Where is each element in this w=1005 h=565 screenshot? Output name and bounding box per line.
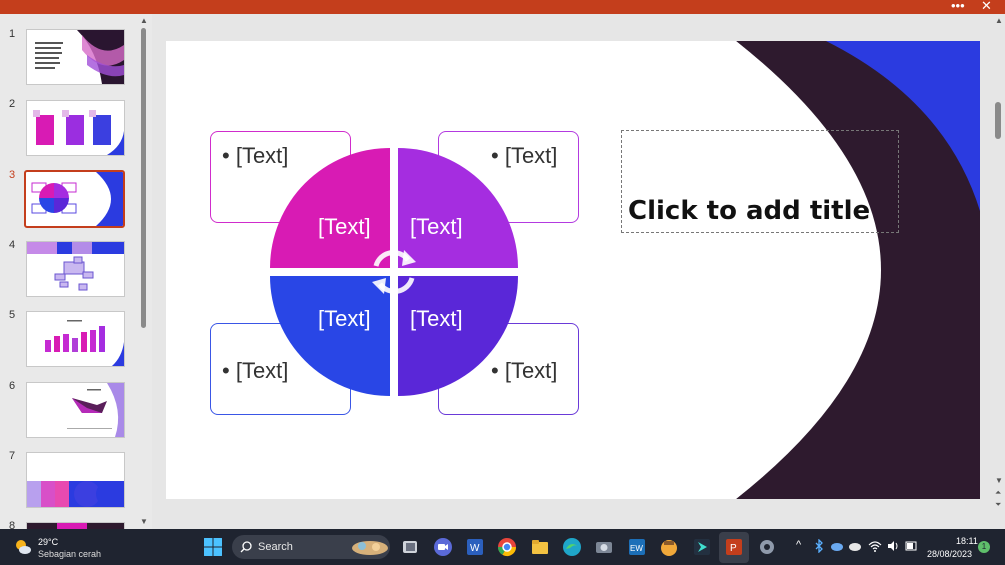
svg-text:W: W (470, 543, 480, 554)
slide-thumbnail-4[interactable] (26, 241, 125, 297)
slide-number: 5 (9, 309, 16, 321)
title-placeholder[interactable]: Click to add title (621, 130, 899, 233)
slide-number: 2 (9, 98, 16, 110)
slide-number: 4 (9, 239, 16, 251)
cloud-icon[interactable] (848, 540, 862, 552)
slide-thumbnail-6[interactable] (26, 382, 125, 438)
taskbar: 29°C Sebagian cerah Search W EW P ^ 18:1… (0, 529, 1005, 565)
slide-thumbnail-2[interactable] (26, 100, 125, 156)
weather-temp[interactable]: 29°C (38, 537, 58, 547)
slides-panel-scrollbar[interactable]: ▲ ▼ (139, 14, 149, 529)
weather-partly-cloudy-icon[interactable] (14, 538, 32, 556)
search-icon (240, 541, 252, 553)
edge-icon[interactable] (562, 537, 582, 557)
svg-text:EW: EW (630, 544, 643, 553)
settings-icon[interactable] (757, 537, 777, 557)
taskbar-search[interactable]: Search (232, 535, 390, 559)
scroll-down-icon[interactable]: ▼ (140, 517, 148, 526)
zoom-icon[interactable] (433, 537, 453, 557)
quadrant-label-bottom-left[interactable]: [Text] (318, 306, 371, 332)
editor-scrollbar[interactable]: ▲ ▼ ⏶ ⏷ (992, 14, 1005, 529)
quadrant-label-bottom-right[interactable]: [Text] (410, 306, 463, 332)
slide-thumbnail-1[interactable] (26, 29, 125, 85)
file-explorer-icon[interactable] (530, 537, 550, 557)
slide-number: 1 (9, 28, 16, 40)
slide-number: 6 (9, 380, 16, 392)
chevron-up-icon[interactable]: ^ (796, 539, 801, 551)
powerpoint-icon[interactable]: P (724, 537, 744, 557)
quadrant-label-top-right[interactable]: [Text] (410, 214, 463, 240)
scroll-down-icon[interactable]: ▼ (995, 476, 1003, 485)
volume-icon[interactable] (886, 539, 900, 553)
camera-icon[interactable] (594, 537, 614, 557)
next-slide-icon[interactable]: ⏷ (995, 500, 1001, 510)
slides-panel: 1 2 3 4 5 6 7 8 (0, 14, 152, 532)
title-bar: ••• ✕ (0, 0, 1005, 14)
bullet-text-bottom-left[interactable]: • [Text] (222, 358, 288, 384)
scroll-up-icon[interactable]: ▲ (995, 16, 1003, 25)
close-icon[interactable]: ✕ (981, 0, 992, 14)
slide-number: 3 (9, 169, 16, 181)
battery-icon[interactable] (904, 539, 918, 553)
clock-time[interactable]: 18:11 (956, 536, 978, 546)
more-options-icon[interactable]: ••• (951, 0, 965, 14)
wifi-icon[interactable] (868, 539, 882, 553)
svg-text:P: P (730, 543, 737, 554)
search-label: Search (258, 541, 293, 553)
word-icon[interactable]: W (465, 537, 485, 557)
scroll-up-icon[interactable]: ▲ (140, 16, 148, 25)
task-view-icon[interactable] (400, 537, 420, 557)
slide-thumbnail-3[interactable] (24, 170, 125, 228)
bullet-text-top-left[interactable]: • [Text] (222, 143, 288, 169)
title-placeholder-text: Click to add title (628, 196, 871, 226)
bullet-text-bottom-right[interactable]: • [Text] (491, 358, 557, 384)
bluetooth-icon[interactable] (814, 539, 824, 553)
weather-condition[interactable]: Sebagian cerah (38, 549, 101, 559)
scrollbar-thumb[interactable] (141, 28, 146, 328)
windows-start-icon[interactable] (203, 537, 223, 557)
clock-date[interactable]: 28/08/2023 (927, 549, 972, 559)
scrollbar-thumb[interactable] (995, 102, 1001, 139)
slide-number: 7 (9, 450, 16, 462)
cycle-diagram (270, 148, 518, 396)
arrow-app-icon[interactable] (692, 537, 712, 557)
slide-thumbnail-7[interactable] (26, 452, 125, 508)
quadrant-label-top-left[interactable]: [Text] (318, 214, 371, 240)
chrome-icon[interactable] (497, 537, 517, 557)
previous-slide-icon[interactable]: ⏶ (995, 488, 1001, 498)
slide-thumbnail-5[interactable] (26, 311, 125, 367)
notification-badge[interactable]: 1 (978, 541, 990, 553)
onedrive-icon[interactable] (830, 540, 844, 552)
emoji-app-icon[interactable] (659, 537, 679, 557)
ew-app-icon[interactable]: EW (627, 537, 647, 557)
bullet-text-top-right[interactable]: • [Text] (491, 143, 557, 169)
search-highlight-icon (352, 541, 388, 555)
